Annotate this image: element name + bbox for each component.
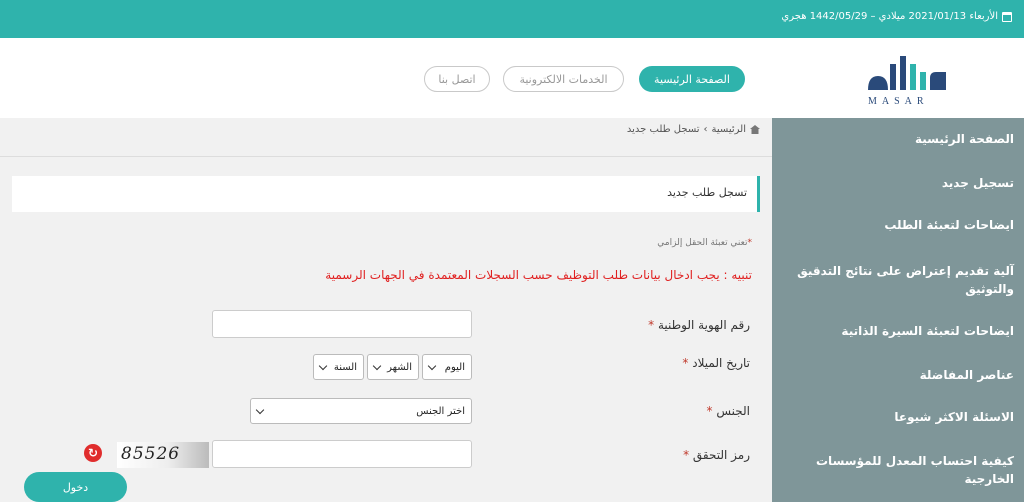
- panel-title: تسجل طلب جديد: [667, 186, 747, 199]
- sidebar-item-cv-guide[interactable]: ايضاحات لتعبئة السيرة الذاتية: [782, 322, 1014, 340]
- sidebar-item-new-registration[interactable]: تسجيل جديد: [782, 174, 1014, 192]
- gender-select[interactable]: اختر الجنس: [250, 398, 472, 424]
- date-text: الأربعاء 2021/01/13 ميلادي – 1442/05/29 …: [781, 11, 998, 22]
- home-icon[interactable]: [750, 125, 760, 134]
- captcha-input[interactable]: [212, 440, 472, 468]
- captcha-code: 85526: [121, 444, 181, 464]
- sidebar-item-home[interactable]: الصفحة الرئيسية: [782, 130, 1014, 148]
- nav-contact-button[interactable]: اتصل بنا: [424, 66, 490, 92]
- national-id-label-text: رقم الهوية الوطنية: [657, 318, 750, 332]
- sidebar: الصفحة الرئيسية تسجيل جديد ايضاحات لتعبئ…: [772, 118, 1024, 502]
- sidebar-item-faq[interactable]: الاسئلة الاكثر شيوعا: [782, 408, 1014, 426]
- dob-month-select[interactable]: الشهر: [367, 354, 419, 380]
- national-id-input[interactable]: [212, 310, 472, 338]
- sidebar-item-criteria[interactable]: عناصر المفاضلة: [782, 366, 1014, 384]
- panel-title-box: تسجل طلب جديد: [12, 176, 760, 212]
- breadcrumb-separator: ›: [703, 124, 708, 135]
- gender-select-value: اختر الجنس: [416, 405, 465, 417]
- dob-year-select[interactable]: السنة: [313, 354, 364, 380]
- login-button[interactable]: دخول: [24, 472, 127, 502]
- chevron-down-icon: [427, 361, 437, 370]
- logo-subtitle: MASAR: [868, 96, 929, 107]
- refresh-captcha-icon[interactable]: ↻: [84, 444, 102, 462]
- breadcrumb: الرئيسية › تسجل طلب جديد: [627, 124, 760, 135]
- gender-label-text: الجنس: [716, 404, 750, 418]
- required-star: *: [648, 318, 655, 332]
- date-display: الأربعاء 2021/01/13 ميلادي – 1442/05/29 …: [781, 11, 1012, 22]
- gender-label: الجنس *: [707, 404, 750, 418]
- dob-month-value: الشهر: [387, 361, 412, 373]
- warning-message: تنبيه : يجب ادخال بيانات طلب التوظيف حسب…: [325, 268, 752, 282]
- sidebar-item-objection[interactable]: آلية تقديم إعتراض على نتائج التدقيق والت…: [782, 262, 1014, 298]
- dob-year-value: السنة: [333, 361, 357, 373]
- chevron-down-icon: [255, 405, 265, 414]
- dob-label: تاريخ الميلاد *: [682, 356, 750, 370]
- dob-day-value: اليوم: [444, 361, 465, 373]
- header: MASAR الصفحة الرئيسية الخدمات الالكتروني…: [0, 38, 1024, 118]
- nav-home-button[interactable]: الصفحة الرئيسية: [639, 66, 745, 92]
- required-star: *: [682, 356, 689, 370]
- dob-label-text: تاريخ الميلاد: [692, 356, 750, 370]
- dob-day-select[interactable]: اليوم: [422, 354, 472, 380]
- chevron-down-icon: [372, 361, 382, 370]
- captcha-label-text: رمز التحقق: [692, 448, 750, 462]
- required-note-text: تعني تعبئة الحقل إلزامي: [657, 238, 748, 248]
- chevron-down-icon: [318, 361, 328, 370]
- calendar-icon: [1002, 11, 1012, 22]
- required-star: *: [747, 238, 753, 248]
- nav-services-button[interactable]: الخدمات الالكترونية: [503, 66, 624, 92]
- main-content: الرئيسية › تسجل طلب جديد تسجل طلب جديد *…: [0, 118, 772, 502]
- breadcrumb-current: تسجل طلب جديد: [626, 124, 700, 135]
- required-star: *: [683, 448, 690, 462]
- divider: [0, 156, 772, 157]
- sidebar-item-gpa[interactable]: كيفية احتساب المعدل للمؤسسات الخارجية: [782, 452, 1014, 488]
- captcha-image: 85526: [117, 442, 209, 468]
- captcha-label: رمز التحقق *: [683, 448, 750, 462]
- required-star: *: [706, 404, 713, 418]
- masar-logo-mark: [868, 56, 946, 90]
- masar-logo[interactable]: MASAR: [860, 48, 952, 110]
- required-note: *تعني تعبئة الحقل إلزامي: [657, 238, 752, 248]
- national-id-label: رقم الهوية الوطنية *: [648, 318, 750, 332]
- top-bar: الأربعاء 2021/01/13 ميلادي – 1442/05/29 …: [0, 0, 1024, 38]
- breadcrumb-home[interactable]: الرئيسية: [712, 124, 746, 135]
- sidebar-item-application-guide[interactable]: ايضاحات لتعبئة الطلب: [782, 216, 1014, 234]
